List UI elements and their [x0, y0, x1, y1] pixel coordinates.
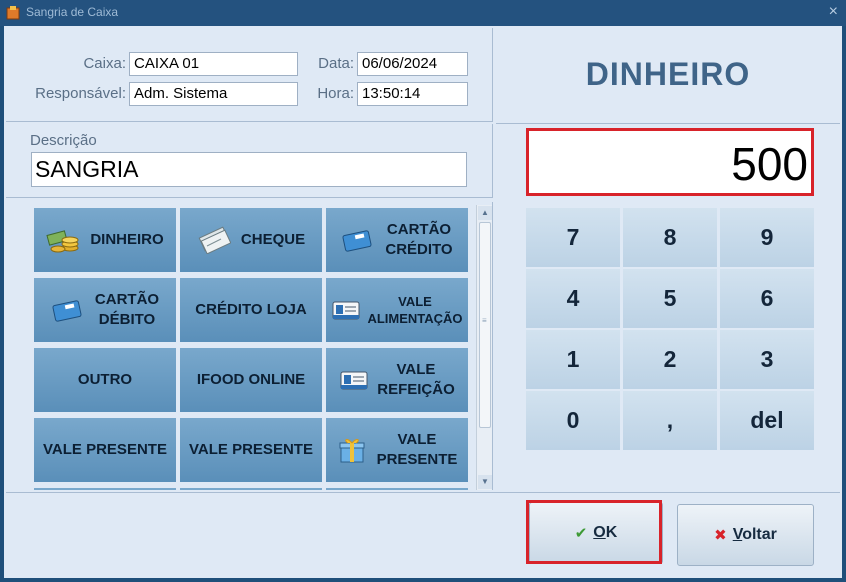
payment-button-partial[interactable] [326, 488, 468, 490]
hora-label: Hora: [317, 85, 354, 102]
key-7[interactable]: 7 [526, 208, 620, 267]
payment-label: VALE REFEIÇÃO [377, 361, 455, 398]
check-icon: ✔ [574, 525, 588, 542]
payment-cartao-debito-button[interactable]: CARTÃO DÉBITO [34, 278, 176, 342]
payment-cartao-credito-button[interactable]: CARTÃO CRÉDITO [326, 208, 468, 272]
payment-label: VALE ALIMENTAÇÃO [367, 294, 463, 326]
key-2[interactable]: 2 [623, 330, 717, 389]
responsavel-field[interactable]: Adm. Sistema [129, 82, 298, 106]
key-delete[interactable]: del [720, 391, 814, 450]
payment-cheque-button[interactable]: CHEQUE [180, 208, 322, 272]
payment-vale-presente-button[interactable]: VALE PRESENTE [326, 418, 468, 482]
numeric-keypad: 7 8 9 4 5 6 1 2 3 0 , del [526, 208, 814, 452]
selected-method-panel: DINHEIRO [496, 28, 840, 124]
title-bar: Sangria de Caixa × [0, 0, 846, 26]
info-panel: Caixa: CAIXA 01 Data: 06/06/2024 Respons… [6, 28, 493, 122]
key-8[interactable]: 8 [623, 208, 717, 267]
ok-button[interactable]: ✔ OK [529, 502, 663, 564]
key-0[interactable]: 0 [526, 391, 620, 450]
voltar-label: Voltar [732, 526, 777, 543]
descricao-label: Descrição [30, 132, 97, 149]
scroll-up-icon[interactable]: ▲ [478, 206, 492, 220]
key-3[interactable]: 3 [720, 330, 814, 389]
payment-label: CHEQUE [240, 231, 306, 248]
window-body: Caixa: CAIXA 01 Data: 06/06/2024 Respons… [4, 26, 842, 578]
payment-button-partial[interactable] [34, 488, 176, 490]
scroll-thumb[interactable]: ≡ [479, 222, 491, 428]
footer-bar: ✔ OK ✖ Voltar [6, 492, 840, 576]
caixa-label: Caixa: [83, 55, 126, 72]
payment-label: VALE PRESENTE [43, 441, 167, 458]
cheque-icon [198, 226, 231, 254]
payment-label: CARTÃO DÉBITO [94, 291, 160, 328]
coins-icon [46, 230, 79, 253]
payment-vale-presente-button[interactable]: VALE PRESENTE [34, 418, 176, 482]
amount-value: 500 [731, 138, 808, 190]
payment-label: VALE PRESENTE [189, 441, 313, 458]
ok-label: OK [593, 524, 618, 541]
credit-card-icon [342, 230, 372, 252]
key-5[interactable]: 5 [623, 269, 717, 328]
scroll-down-icon[interactable]: ▼ [478, 475, 492, 489]
data-label: Data: [318, 55, 354, 72]
payment-button-partial[interactable] [180, 488, 322, 490]
gift-icon [339, 439, 365, 463]
caixa-field[interactable]: CAIXA 01 [129, 52, 298, 76]
amount-display[interactable]: 500 [526, 128, 814, 196]
payment-grid: DINHEIRO CHEQUE CARTÃO CRÉDITO CARTÃO DÉ… [31, 207, 468, 490]
payment-outro-button[interactable]: OUTRO [34, 348, 176, 412]
payment-scrollbar[interactable]: ▲ ≡ ▼ [476, 205, 492, 490]
payment-dinheiro-button[interactable]: DINHEIRO [34, 208, 176, 272]
description-panel: Descrição SANGRIA [6, 124, 493, 198]
data-field[interactable]: 06/06/2024 [357, 52, 468, 76]
key-9[interactable]: 9 [720, 208, 814, 267]
app-icon [6, 6, 20, 20]
amount-panel: 500 7 8 9 4 5 6 1 2 3 0 , del [496, 126, 840, 490]
payment-label: OUTRO [77, 371, 133, 388]
selected-method-title: DINHEIRO [585, 56, 751, 92]
payment-vale-alimentacao-button[interactable]: VALE ALIMENTAÇÃO [326, 278, 468, 342]
payment-label: CARTÃO CRÉDITO [385, 221, 453, 258]
window-title: Sangria de Caixa [26, 5, 119, 19]
payment-methods-panel: DINHEIRO CHEQUE CARTÃO CRÉDITO CARTÃO DÉ… [6, 202, 493, 490]
close-icon[interactable]: × [829, 3, 838, 21]
descricao-field[interactable]: SANGRIA [31, 152, 467, 187]
payment-label: DINHEIRO [90, 231, 164, 248]
payment-ifood-online-button[interactable]: IFOOD ONLINE [180, 348, 322, 412]
payment-vale-refeicao-button[interactable]: VALE REFEIÇÃO [326, 348, 468, 412]
grip-icon: ≡ [482, 316, 487, 325]
meal-voucher-icon [340, 371, 368, 390]
key-comma[interactable]: , [623, 391, 717, 450]
key-4[interactable]: 4 [526, 269, 620, 328]
payment-credito-loja-button[interactable]: CRÉDITO LOJA [180, 278, 322, 342]
close-x-icon: ✖ [714, 527, 727, 544]
debit-card-icon [52, 300, 82, 322]
meal-voucher-icon [332, 301, 360, 320]
responsavel-label: Responsável: [35, 85, 126, 102]
voltar-button[interactable]: ✖ Voltar [677, 504, 814, 566]
key-6[interactable]: 6 [720, 269, 814, 328]
payment-label: IFOOD ONLINE [196, 371, 306, 388]
hora-field[interactable]: 13:50:14 [357, 82, 468, 106]
key-1[interactable]: 1 [526, 330, 620, 389]
payment-vale-presente-button[interactable]: VALE PRESENTE [180, 418, 322, 482]
payment-label: CRÉDITO LOJA [195, 301, 307, 318]
payment-label: VALE PRESENTE [376, 431, 458, 468]
